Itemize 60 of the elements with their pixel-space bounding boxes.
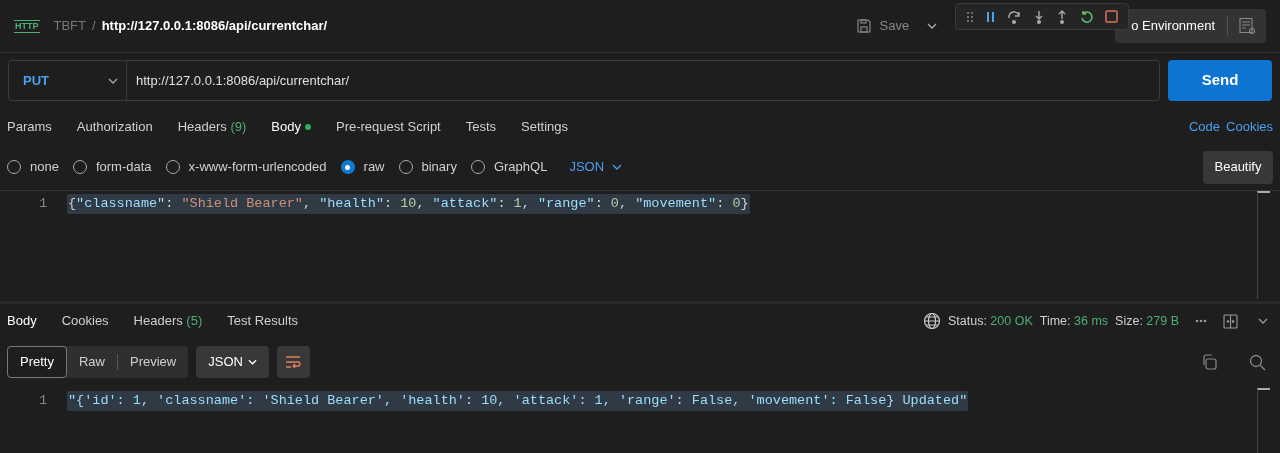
language-dropdown[interactable]: JSON — [569, 157, 623, 177]
wrap-lines-button[interactable] — [276, 346, 310, 378]
more-icon[interactable] — [1195, 319, 1207, 323]
response-meta: Size: 279 B — [1115, 312, 1179, 330]
radio-button[interactable] — [340, 160, 355, 174]
link[interactable]: Code — [1188, 117, 1221, 137]
stop-icon[interactable] — [1105, 10, 1118, 23]
environment-quick-look-icon[interactable] — [1238, 17, 1256, 35]
view-mode-tab[interactable]: Preview — [118, 346, 189, 378]
arrow-up-icon[interactable] — [1056, 9, 1068, 24]
view-mode-tab[interactable]: Pretty — [7, 346, 67, 378]
radio-label: x-www-form-urlencoded — [188, 158, 327, 177]
save-button[interactable]: Save — [847, 16, 918, 36]
tab[interactable]: Body — [7, 304, 37, 338]
split-layout-icon[interactable] — [1223, 313, 1238, 329]
chevron-down-icon[interactable] — [1258, 318, 1268, 324]
tab[interactable]: Body — [271, 110, 311, 144]
scrollbar — [1257, 388, 1270, 453]
globe-icon — [922, 312, 941, 330]
request-title: http://127.0.0.1:8086/api/currentchar/ — [101, 17, 328, 36]
radio-label: raw — [363, 158, 385, 177]
radio-label: binary — [421, 158, 457, 177]
restart-icon[interactable] — [1079, 9, 1094, 24]
beautify-button[interactable]: Beautify — [1203, 150, 1273, 184]
tab[interactable]: Tests — [465, 110, 497, 144]
tab[interactable]: Test Results — [227, 304, 299, 338]
send-button[interactable]: Send — [1168, 60, 1272, 101]
chevron-down-icon[interactable] — [927, 23, 938, 29]
tab[interactable]: Authorization — [76, 110, 153, 144]
wrap-lines-icon — [285, 355, 302, 369]
response-meta: Status: 200 OK — [947, 312, 1033, 330]
tab[interactable]: Pre-request Script — [335, 110, 441, 144]
pause-icon[interactable] — [985, 10, 996, 23]
line-number: 1 — [38, 195, 47, 214]
http-badge: HTTP — [14, 19, 40, 33]
step-over-icon[interactable] — [1007, 9, 1021, 24]
chevron-down-icon — [247, 359, 257, 365]
tab[interactable]: Settings — [521, 110, 569, 144]
collection-name[interactable]: TBFT — [53, 16, 86, 36]
radio-label: form-data — [95, 158, 152, 177]
line-number: 1 — [38, 392, 47, 411]
url-field[interactable]: http://127.0.0.1:8086/api/currentchar/ — [136, 70, 350, 91]
radio-label: GraphQL — [493, 158, 548, 177]
chevron-down-icon — [612, 164, 623, 170]
breadcrumb-separator: / — [92, 17, 96, 36]
view-mode-tab[interactable]: Raw — [66, 346, 117, 378]
tab[interactable]: Headers (5) — [133, 304, 203, 338]
save-icon — [855, 18, 872, 34]
tab[interactable]: Headers (9) — [177, 110, 247, 144]
response-meta: Time: 36 ms — [1039, 312, 1109, 330]
chevron-down-icon — [108, 77, 118, 84]
method-dropdown[interactable]: PUT — [9, 61, 127, 100]
search-icon[interactable] — [1249, 353, 1266, 371]
format-dropdown[interactable]: JSON — [196, 346, 269, 378]
link[interactable]: Cookies — [1226, 117, 1273, 137]
tab[interactable]: Cookies — [61, 304, 109, 338]
radio-label: none — [30, 158, 59, 177]
tab[interactable]: Params — [7, 110, 52, 144]
copy-icon[interactable] — [1201, 354, 1217, 370]
grip-icon[interactable] — [966, 10, 974, 23]
